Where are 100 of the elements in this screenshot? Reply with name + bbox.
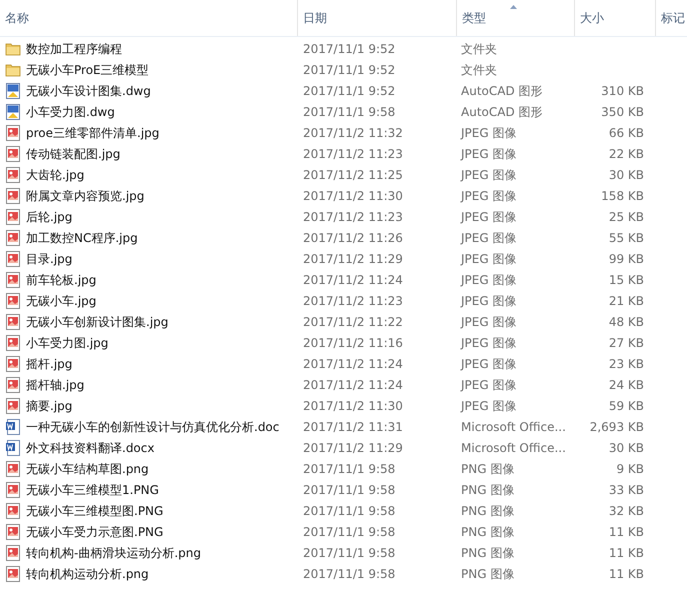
file-date: 2017/11/2 11:22: [303, 314, 403, 328]
file-type: 文件夹: [461, 62, 497, 76]
file-name[interactable]: 摇杆轴.jpg: [26, 376, 84, 394]
file-name[interactable]: 大齿轮.jpg: [26, 166, 84, 184]
file-type: Microsoft Office...: [461, 420, 566, 434]
image-file-icon: [5, 482, 21, 498]
file-type: PNG 图像: [461, 524, 514, 538]
file-size: 30 KB: [608, 166, 644, 184]
image-file-icon: [5, 334, 21, 350]
file-name[interactable]: 无碳小车创新设计图集.jpg: [26, 312, 168, 330]
file-name[interactable]: 无碳小车结构草图.png: [26, 460, 149, 478]
file-date: 2017/11/2 11:29: [303, 252, 403, 266]
document-file-icon: [5, 418, 21, 434]
file-type: AutoCAD 图形: [461, 84, 543, 98]
file-date: 2017/11/1 9:58: [303, 104, 396, 118]
file-type: JPEG 图像: [461, 126, 516, 140]
file-type: JPEG 图像: [461, 230, 516, 244]
column-header[interactable]: 日期: [303, 9, 327, 27]
file-type: 文件夹: [461, 42, 497, 56]
file-date: 2017/11/2 11:24: [303, 272, 403, 286]
file-date: 2017/11/1 9:58: [303, 546, 396, 560]
file-date: 2017/11/2 11:25: [303, 168, 403, 182]
file-name[interactable]: 无碳小车设计图集.dwg: [26, 82, 151, 100]
image-file-icon: [5, 566, 21, 582]
file-type: JPEG 图像: [461, 398, 516, 412]
file-name[interactable]: 无碳小车.jpg: [26, 292, 96, 310]
file-size: 11 KB: [608, 544, 644, 562]
file-size: 48 KB: [608, 314, 644, 330]
file-size: 24 KB: [608, 376, 644, 394]
file-date: 2017/11/2 11:29: [303, 440, 403, 454]
file-size: 27 KB: [608, 334, 644, 352]
file-size: 310 KB: [601, 82, 644, 100]
file-type: JPEG 图像: [461, 336, 516, 350]
column-header[interactable]: 名称: [5, 9, 29, 27]
file-type: PNG 图像: [461, 566, 514, 580]
file-name[interactable]: 无碳小车三维模型图.PNG: [26, 502, 164, 520]
column-header[interactable]: 大小: [580, 9, 604, 27]
file-name[interactable]: 无碳小车三维模型1.PNG: [26, 480, 159, 498]
file-date: 2017/11/2 11:30: [303, 188, 403, 202]
file-size: 30 KB: [608, 440, 644, 456]
file-type: JPEG 图像: [461, 378, 516, 392]
file-name[interactable]: 传动链装配图.jpg: [26, 144, 120, 162]
file-date: 2017/11/1 9:58: [303, 482, 396, 496]
file-type: Microsoft Office...: [461, 440, 566, 454]
file-name[interactable]: 无碳小车受力示意图.PNG: [26, 522, 164, 540]
file-name[interactable]: 摘要.jpg: [26, 396, 72, 414]
file-name[interactable]: 数控加工程序编程: [26, 40, 122, 58]
image-file-icon: [5, 314, 21, 330]
file-date: 2017/11/2 11:16: [303, 336, 403, 350]
file-type: JPEG 图像: [461, 356, 516, 370]
image-file-icon: [5, 544, 21, 560]
file-name[interactable]: 一种无碳小车的创新性设计与仿真优化分析.doc: [26, 418, 280, 436]
file-size: 11 KB: [608, 566, 644, 582]
file-name[interactable]: 转向机构-曲柄滑块运动分析.png: [26, 544, 201, 562]
file-name[interactable]: 附属文章内容预览.jpg: [26, 186, 144, 204]
image-file-icon: [5, 524, 21, 540]
file-name[interactable]: 加工数控NC程序.jpg: [26, 228, 138, 246]
image-file-icon: [5, 292, 21, 308]
file-size: 22 KB: [608, 146, 644, 162]
file-name[interactable]: 后轮.jpg: [26, 208, 72, 226]
file-type: JPEG 图像: [461, 210, 516, 224]
file-date: 2017/11/1 9:52: [303, 84, 396, 98]
image-file-icon: [5, 208, 21, 224]
file-name[interactable]: proe三维零部件清单.jpg: [26, 124, 160, 142]
column-header[interactable]: 标记: [661, 9, 685, 27]
file-type: JPEG 图像: [461, 146, 516, 160]
file-type: PNG 图像: [461, 462, 514, 476]
file-type: JPEG 图像: [461, 294, 516, 308]
file-name[interactable]: 无碳小车ProE三维模型: [26, 60, 149, 78]
image-file-icon: [5, 188, 21, 204]
image-file-icon: [5, 356, 21, 372]
file-date: 2017/11/2 11:31: [303, 420, 403, 434]
image-file-icon: [5, 250, 21, 266]
image-file-icon: [5, 398, 21, 414]
file-type: JPEG 图像: [461, 188, 516, 202]
file-name[interactable]: 摇杆.jpg: [26, 354, 72, 372]
file-type: JPEG 图像: [461, 272, 516, 286]
image-file-icon: [5, 376, 21, 392]
file-name[interactable]: 转向机构运动分析.png: [26, 564, 149, 582]
file-type: PNG 图像: [461, 482, 514, 496]
file-type: PNG 图像: [461, 504, 514, 518]
file-size: 15 KB: [608, 272, 644, 288]
file-name[interactable]: 前车轮板.jpg: [26, 270, 96, 288]
image-file-icon: [5, 460, 21, 476]
document-file-icon: [5, 440, 21, 456]
file-name[interactable]: 外文科技资料翻译.docx: [26, 438, 154, 456]
file-type: AutoCAD 图形: [461, 104, 543, 118]
file-name[interactable]: 小车受力图.dwg: [26, 102, 115, 120]
file-date: 2017/11/1 9:58: [303, 504, 396, 518]
file-name[interactable]: 小车受力图.jpg: [26, 334, 108, 352]
file-size: 32 KB: [608, 502, 644, 520]
file-type: JPEG 图像: [461, 168, 516, 182]
file-date: 2017/11/1 9:58: [303, 462, 396, 476]
column-header[interactable]: 类型: [462, 9, 486, 27]
file-date: 2017/11/1 9:58: [303, 524, 396, 538]
file-type: JPEG 图像: [461, 252, 516, 266]
file-name[interactable]: 目录.jpg: [26, 250, 72, 268]
file-size: 55 KB: [608, 230, 644, 246]
file-date: 2017/11/1 9:52: [303, 42, 396, 56]
image-file-icon: [5, 230, 21, 246]
